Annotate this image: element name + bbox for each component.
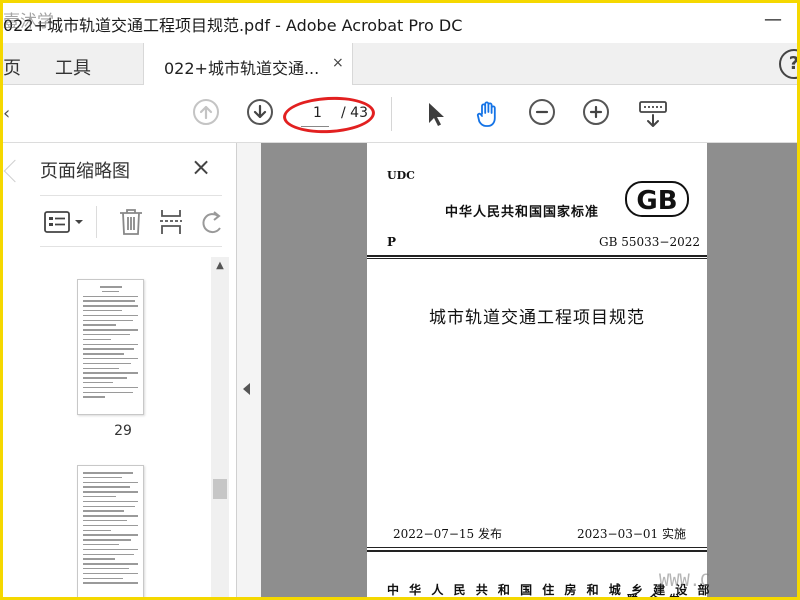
document-title: 城市轨道交通工程项目规范 — [429, 308, 645, 328]
publish-date: 2022−07−15 发布 — [393, 527, 503, 541]
logo-overlay: 壹沭学 — [3, 12, 54, 32]
zoom-in-button[interactable] — [583, 99, 613, 129]
thumbnail-panel-title: 页面缩略图 — [40, 161, 130, 182]
panel-notch — [3, 159, 27, 183]
minus-circle-icon — [529, 99, 555, 125]
gb-logo-icon: GB — [625, 181, 689, 217]
hand-tool-button[interactable] — [473, 99, 503, 129]
title-bar: 022+城市轨道交通工程项目规范.pdf - Adobe Acrobat Pro… — [3, 3, 797, 43]
tab-document-label: 022+城市轨道交通... — [164, 59, 320, 78]
rotate-page-button[interactable] — [198, 208, 228, 238]
page-thumbnail[interactable] — [77, 279, 144, 415]
previous-page-button[interactable] — [193, 99, 223, 129]
thumbnail-toolbar-separator — [96, 206, 97, 238]
select-tool-button[interactable] — [421, 99, 451, 129]
implement-date: 2023−03−01 实施 — [577, 527, 687, 541]
next-page-button[interactable] — [247, 99, 277, 129]
header-rule — [367, 255, 707, 257]
extract-page-button[interactable] — [156, 206, 186, 238]
national-standard-heading: 中华人民共和国国家标准 — [445, 205, 600, 220]
tab-tools[interactable]: 工具 — [55, 54, 91, 80]
plus-circle-icon — [583, 99, 609, 125]
zoom-out-button[interactable] — [529, 99, 559, 129]
rotate-icon — [202, 211, 221, 234]
scrollbar-thumb[interactable] — [213, 479, 227, 499]
udc-label: UDC — [387, 169, 415, 182]
header-rule-thin — [367, 258, 707, 259]
minimize-button[interactable]: — — [755, 9, 791, 35]
toolbar: ‹ 1 / 43 — [3, 85, 797, 143]
thumbnail-panel: 页面缩略图 × 29 ▲ — [3, 143, 237, 597]
arrow-up-icon — [193, 99, 219, 125]
chevron-left-icon[interactable]: ‹ — [3, 103, 10, 124]
panel-close-icon[interactable]: × — [191, 153, 211, 181]
scroll-up-icon[interactable]: ▲ — [211, 257, 229, 275]
keyboard-dropdown-button[interactable] — [637, 99, 667, 129]
pdf-page: UDC 中华人民共和国国家标准 GB P GB 55033−2022 城市轨道交… — [367, 143, 710, 600]
thumbnail-toolbar — [40, 195, 222, 247]
footer-rule-thin — [367, 547, 707, 548]
standard-code: GB 55033−2022 — [599, 235, 700, 249]
thumbnail-scrollbar[interactable]: ▲ — [211, 257, 229, 597]
keyboard-icon — [639, 101, 667, 127]
hand-icon — [476, 101, 496, 127]
panel-collapse-bar[interactable] — [237, 143, 261, 597]
category-letter: P — [387, 235, 397, 249]
list-options-icon — [44, 211, 83, 233]
toolbar-separator — [391, 97, 392, 131]
tab-bar: 页 工具 022+城市轨道交通... × ? — [3, 43, 797, 85]
svg-text:GB: GB — [636, 186, 677, 216]
document-viewport[interactable]: UDC 中华人民共和国国家标准 GB P GB 55033−2022 城市轨道交… — [237, 143, 797, 600]
window-title: 022+城市轨道交通工程项目规范.pdf - Adobe Acrobat Pro… — [3, 16, 463, 35]
thumbnail-page-number: 29 — [114, 423, 132, 439]
thumbnail-list: 29 — [27, 257, 207, 597]
page-thumbnail[interactable] — [77, 465, 144, 597]
help-icon[interactable]: ? — [779, 49, 797, 79]
delete-page-button[interactable] — [116, 206, 146, 238]
cursor-arrow-icon — [429, 103, 444, 126]
arrow-down-icon — [247, 99, 273, 125]
footer-rule — [367, 550, 707, 552]
watermark-text: WWW.C — [659, 571, 711, 591]
issuer-line-2: 联 合 发 — [627, 593, 683, 600]
options-menu-button[interactable] — [44, 210, 90, 234]
trash-icon — [120, 209, 142, 235]
tab-home[interactable]: 页 — [3, 54, 21, 80]
tab-document[interactable]: 022+城市轨道交通... × — [143, 43, 353, 85]
screenshot-frame: 022+城市轨道交通工程项目规范.pdf - Adobe Acrobat Pro… — [0, 0, 800, 600]
triangle-left-icon[interactable] — [243, 383, 250, 395]
tab-close-icon[interactable]: × — [332, 55, 344, 71]
extract-icon — [160, 210, 182, 234]
annotation-circle — [282, 94, 376, 136]
